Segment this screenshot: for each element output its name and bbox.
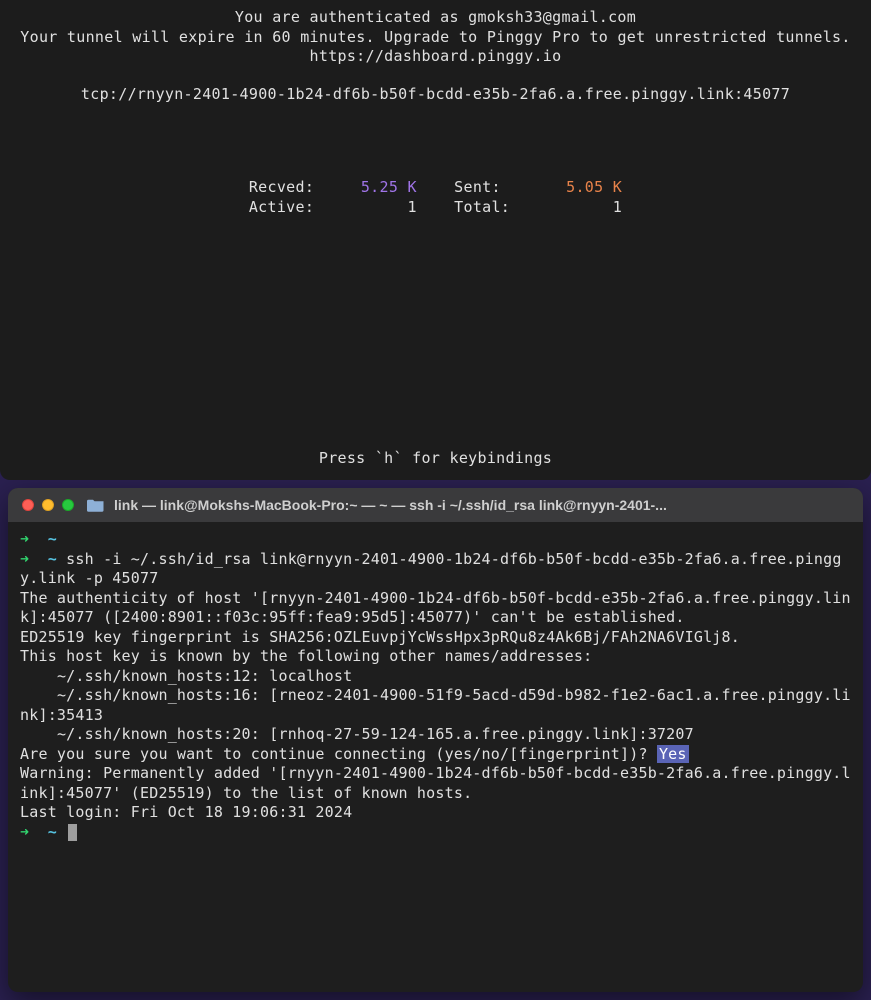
cursor-icon — [68, 824, 77, 841]
sent-label: Sent: — [454, 178, 501, 196]
confirm-answer: Yes — [657, 745, 689, 763]
close-icon[interactable] — [22, 499, 34, 511]
prompt-cwd: ~ — [48, 550, 57, 568]
title-bar[interactable]: link — link@Mokshs-MacBook-Pro:~ — ~ — s… — [8, 488, 863, 522]
keybind-hint: Press `h` for keybindings — [0, 449, 871, 469]
window-title: link — link@Mokshs-MacBook-Pro:~ — ~ — s… — [114, 496, 849, 514]
total-value: 1 — [613, 198, 622, 216]
total-label: Total: — [454, 198, 510, 216]
terminal-body[interactable]: ➜ ~ ➜ ~ ssh -i ~/.ssh/id_rsa link@rnyyn-2… — [8, 522, 863, 850]
authenticity-line: The authenticity of host '[rnyyn-2401-49… — [20, 589, 851, 628]
warning-line: Warning: Permanently added '[rnyyn-2401-… — [20, 764, 851, 803]
active-label: Active: — [249, 198, 314, 216]
known-host-entry: ~/.ssh/known_hosts:20: [rnhoq-27-59-124-… — [20, 725, 851, 745]
prompt-arrow: ➜ — [20, 530, 29, 548]
maximize-icon[interactable] — [62, 499, 74, 511]
dashboard-url: https://dashboard.pinggy.io — [310, 47, 562, 65]
known-host-entry: ~/.ssh/known_hosts:12: localhost — [20, 667, 851, 687]
tunnel-url: tcp://rnyyn-2401-4900-1b24-df6b-b50f-bcd… — [0, 85, 871, 105]
last-login: Last login: Fri Oct 18 19:06:31 2024 — [20, 803, 851, 823]
active-value: 1 — [407, 198, 416, 216]
terminal-window: link — link@Mokshs-MacBook-Pro:~ — ~ — s… — [8, 488, 863, 992]
expire-line: Your tunnel will expire in 60 minutes. U… — [20, 28, 850, 46]
auth-line: You are authenticated as gmoksh33@gmail.… — [235, 8, 636, 26]
known-hosts-intro: This host key is known by the following … — [20, 647, 851, 667]
ssh-command: ssh -i ~/.ssh/id_rsa link@rnyyn-2401-490… — [20, 550, 842, 588]
stats-block: Recved: 5.25 K Sent: 5.05 K Active: 1 To… — [0, 178, 871, 217]
recved-label: Recved: — [249, 178, 314, 196]
prompt-arrow: ➜ — [20, 823, 29, 841]
minimize-icon[interactable] — [42, 499, 54, 511]
prompt-cwd: ~ — [48, 530, 57, 548]
tunnel-status-pane[interactable]: You are authenticated as gmoksh33@gmail.… — [0, 0, 871, 480]
recved-value: 5.25 K — [361, 178, 417, 196]
prompt-cwd: ~ — [48, 823, 57, 841]
fingerprint-line: ED25519 key fingerprint is SHA256:OZLEuv… — [20, 628, 851, 648]
traffic-lights — [22, 499, 74, 511]
sent-value: 5.05 K — [566, 178, 622, 196]
auth-message: You are authenticated as gmoksh33@gmail.… — [0, 8, 871, 67]
confirm-prompt: Are you sure you want to continue connec… — [20, 745, 657, 763]
folder-icon — [87, 498, 105, 512]
prompt-arrow: ➜ — [20, 550, 29, 568]
known-host-entry: ~/.ssh/known_hosts:16: [rneoz-2401-4900-… — [20, 686, 851, 725]
